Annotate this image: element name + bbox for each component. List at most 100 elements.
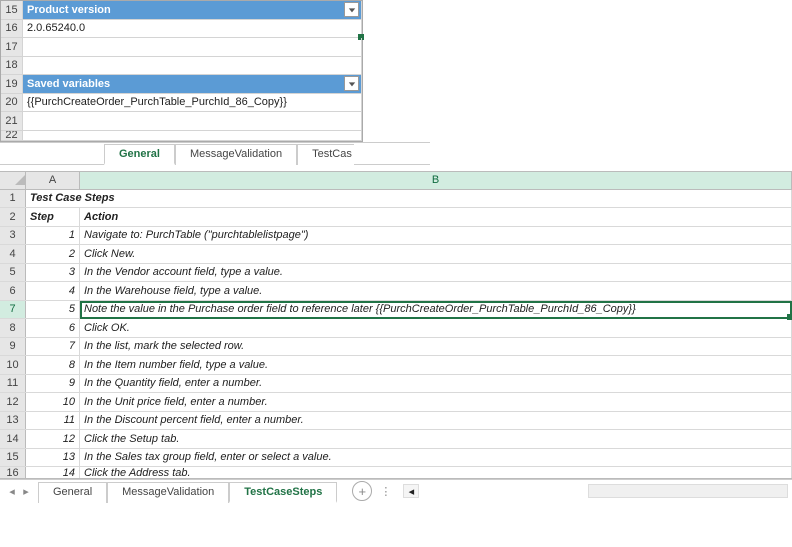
- row-number[interactable]: 20: [1, 94, 23, 112]
- action-cell[interactable]: Click New.: [80, 245, 792, 263]
- step-cell[interactable]: 9: [26, 375, 80, 393]
- data-cell[interactable]: {{PurchCreateOrder_PurchTable_PurchId_86…: [23, 94, 362, 112]
- row-number[interactable]: 12: [0, 393, 26, 411]
- action-cell[interactable]: Click the Setup tab.: [80, 430, 792, 448]
- title-cell[interactable]: Test Case Steps: [26, 190, 792, 208]
- action-cell[interactable]: Note the value in the Purchase order fie…: [80, 301, 792, 319]
- header-label: Saved variables: [27, 78, 110, 90]
- data-cell[interactable]: [23, 57, 362, 75]
- step-cell[interactable]: 10: [26, 393, 80, 411]
- tab-messagevalidation[interactable]: MessageValidation: [107, 482, 229, 503]
- table-row: 86Click OK.: [0, 319, 792, 338]
- row-number[interactable]: 18: [1, 57, 23, 75]
- header-row: 2StepAction: [0, 208, 792, 227]
- add-sheet-button[interactable]: +: [352, 481, 372, 501]
- row-number[interactable]: 16: [1, 20, 23, 38]
- step-cell[interactable]: 14: [26, 467, 80, 478]
- select-all-corner[interactable]: [0, 172, 26, 189]
- step-cell[interactable]: 5: [26, 301, 80, 319]
- row-number[interactable]: 15: [0, 449, 26, 467]
- tab-testcasesteps[interactable]: TestCaseSteps: [229, 482, 337, 503]
- row-number[interactable]: 11: [0, 375, 26, 393]
- row-number[interactable]: 5: [0, 264, 26, 282]
- col-action-header[interactable]: Action: [80, 208, 792, 226]
- table-header-cell[interactable]: Saved variables: [23, 75, 362, 93]
- row-number[interactable]: 19: [1, 75, 23, 93]
- row-number[interactable]: 2: [0, 208, 26, 226]
- action-cell[interactable]: In the Vendor account field, type a valu…: [80, 264, 792, 282]
- step-cell[interactable]: 13: [26, 449, 80, 467]
- step-cell[interactable]: 12: [26, 430, 80, 448]
- tab-general[interactable]: General: [104, 144, 175, 165]
- top-row-15: 15 Product version: [1, 1, 362, 20]
- filter-dropdown-icon[interactable]: [344, 2, 359, 17]
- data-cell[interactable]: [23, 131, 362, 140]
- sheet-testcasesteps: A B 1Test Case Steps2StepAction31Navigat…: [0, 171, 792, 480]
- row-number[interactable]: 9: [0, 338, 26, 356]
- action-cell[interactable]: In the Item number field, type a value.: [80, 356, 792, 374]
- action-cell[interactable]: In the Quantity field, enter a number.: [80, 375, 792, 393]
- row-number[interactable]: 16: [0, 467, 26, 478]
- nav-prev-icon[interactable]: ▸: [20, 485, 32, 498]
- action-cell[interactable]: Navigate to: PurchTable ("purchtablelist…: [80, 227, 792, 245]
- step-cell[interactable]: 11: [26, 412, 80, 430]
- row-number[interactable]: 22: [1, 131, 23, 140]
- row-number[interactable]: 13: [0, 412, 26, 430]
- tab-messagevalidation[interactable]: MessageValidation: [175, 144, 297, 165]
- row-number[interactable]: 14: [0, 430, 26, 448]
- step-cell[interactable]: 6: [26, 319, 80, 337]
- tab-general[interactable]: General: [38, 482, 107, 503]
- table-row: 1311In the Discount percent field, enter…: [0, 412, 792, 431]
- action-cell[interactable]: In the Warehouse field, type a value.: [80, 282, 792, 300]
- table-row: 64In the Warehouse field, type a value.: [0, 282, 792, 301]
- action-cell[interactable]: Click OK.: [80, 319, 792, 337]
- data-cell[interactable]: [23, 38, 362, 56]
- step-cell[interactable]: 1: [26, 227, 80, 245]
- table-row: 1513In the Sales tax group field, enter …: [0, 449, 792, 468]
- row-number[interactable]: 1: [0, 190, 26, 208]
- action-cell[interactable]: In the Sales tax group field, enter or s…: [80, 449, 792, 467]
- tab-resize-handle[interactable]: ⋮: [372, 485, 399, 498]
- step-cell[interactable]: 3: [26, 264, 80, 282]
- table-row: 1412Click the Setup tab.: [0, 430, 792, 449]
- sheet-nav-arrows: ◂ ▸: [0, 485, 38, 498]
- table-row: 31Navigate to: PurchTable ("purchtableli…: [0, 227, 792, 246]
- bottom-tabstrip: ◂ ▸ GeneralMessageValidationTestCaseStep…: [0, 479, 792, 502]
- row-number[interactable]: 6: [0, 282, 26, 300]
- action-cell[interactable]: In the list, mark the selected row.: [80, 338, 792, 356]
- filter-dropdown-icon[interactable]: [344, 76, 359, 91]
- column-headers: A B: [0, 172, 792, 190]
- table-row: 75Note the value in the Purchase order f…: [0, 301, 792, 320]
- table-row: 97In the list, mark the selected row.: [0, 338, 792, 357]
- scroll-track[interactable]: [588, 484, 788, 498]
- step-cell[interactable]: 4: [26, 282, 80, 300]
- col-header-B[interactable]: B: [80, 172, 792, 189]
- tab-testcas[interactable]: TestCas: [297, 144, 354, 165]
- data-cell[interactable]: 2.0.65240.0: [23, 20, 362, 38]
- row-number[interactable]: 15: [1, 1, 23, 19]
- row-number[interactable]: 21: [1, 112, 23, 130]
- col-header-A[interactable]: A: [26, 172, 80, 189]
- table-header-cell[interactable]: Product version: [23, 1, 362, 19]
- row-number[interactable]: 10: [0, 356, 26, 374]
- step-cell[interactable]: 8: [26, 356, 80, 374]
- action-cell[interactable]: In the Discount percent field, enter a n…: [80, 412, 792, 430]
- row-number[interactable]: 7: [0, 301, 26, 319]
- nav-first-icon[interactable]: ◂: [6, 485, 18, 498]
- top-row-16: 162.0.65240.0: [1, 20, 362, 39]
- action-cell[interactable]: Click the Address tab.: [80, 467, 792, 478]
- top-worksheet-block: 15 Product version 162.0.65240.0171819 Save…: [0, 0, 363, 142]
- row-number[interactable]: 17: [1, 38, 23, 56]
- step-cell[interactable]: 7: [26, 338, 80, 356]
- col-step-header[interactable]: Step: [26, 208, 80, 226]
- row-number[interactable]: 3: [0, 227, 26, 245]
- row-number[interactable]: 4: [0, 245, 26, 263]
- step-cell[interactable]: 2: [26, 245, 80, 263]
- row-number[interactable]: 8: [0, 319, 26, 337]
- header-label: Product version: [27, 4, 111, 16]
- top-row-20: 20{{PurchCreateOrder_PurchTable_PurchId_…: [1, 94, 362, 113]
- action-cell[interactable]: In the Unit price field, enter a number.: [80, 393, 792, 411]
- scroll-left-icon[interactable]: ◂: [403, 484, 419, 498]
- data-cell[interactable]: [23, 112, 362, 130]
- horizontal-scrollbar[interactable]: ◂: [399, 484, 792, 498]
